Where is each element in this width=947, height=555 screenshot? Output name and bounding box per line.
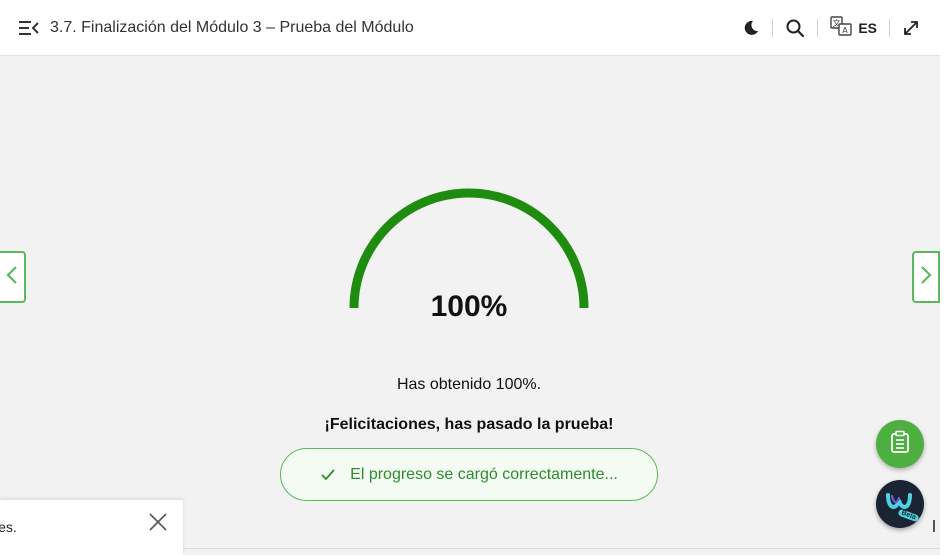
- chevron-left-icon: [5, 264, 19, 291]
- search-icon[interactable]: [785, 16, 805, 40]
- header-tools: 文 A ES: [742, 0, 920, 56]
- progress-status-text: El progreso se cargó correctamente...: [350, 465, 618, 483]
- svg-text:A: A: [843, 26, 849, 35]
- expand-icon[interactable]: [902, 16, 920, 40]
- edge-marker: [933, 520, 935, 532]
- congratulations-message: ¡Felicitaciones, has pasado la prueba!: [324, 416, 614, 433]
- previous-page-button[interactable]: [0, 251, 26, 303]
- divider: [772, 19, 774, 37]
- language-button[interactable]: 文 A ES: [830, 15, 877, 41]
- divider: [817, 19, 819, 37]
- notes-button[interactable]: [876, 420, 924, 468]
- clipboard-icon: [889, 430, 911, 459]
- footer-divider: [183, 548, 940, 549]
- top-bar: 3.7. Finalización del Módulo 3 – Prueba …: [0, 0, 940, 56]
- divider: [889, 19, 890, 37]
- result-text: Has obtenido 100%.: [396, 376, 542, 393]
- menu-collapse-icon[interactable]: [18, 18, 40, 38]
- translate-icon: 文 A: [830, 15, 853, 41]
- close-icon[interactable]: [148, 512, 168, 532]
- next-page-button[interactable]: [912, 251, 940, 303]
- check-icon: [320, 468, 336, 482]
- score-value: 100%: [430, 290, 508, 323]
- page-title: 3.7. Finalización del Módulo 3 – Prueba …: [50, 19, 414, 36]
- assistant-button[interactable]: Beta: [876, 480, 924, 528]
- scrollbar-track: [940, 0, 947, 555]
- cookie-text: kies.: [0, 519, 17, 535]
- chevron-right-icon: [919, 264, 933, 291]
- language-label: ES: [858, 20, 877, 36]
- moon-icon[interactable]: [742, 16, 760, 40]
- progress-status-badge: El progreso se cargó correctamente...: [280, 448, 658, 501]
